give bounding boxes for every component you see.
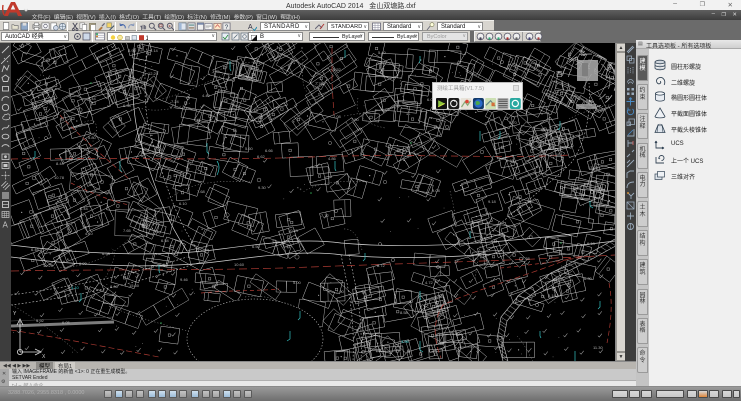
svg-text:12.20: 12.20 [148, 71, 159, 76]
svg-text:5.70: 5.70 [509, 120, 518, 125]
svg-text:6.72: 6.72 [253, 60, 262, 65]
svg-text:9.50: 9.50 [44, 99, 53, 104]
svg-text:X: X [42, 354, 46, 360]
svg-text:5.40: 5.40 [378, 50, 387, 55]
svg-text:9.46: 9.46 [180, 277, 189, 282]
svg-text:4.10: 4.10 [71, 285, 80, 290]
svg-text:1: 1 [146, 36, 149, 41]
svg-text:7.00: 7.00 [154, 147, 163, 152]
svg-text:8.44: 8.44 [56, 161, 65, 166]
svg-text:4.40: 4.40 [202, 93, 211, 98]
svg-text:A: A [248, 24, 253, 31]
svg-text:5.00: 5.00 [293, 280, 302, 285]
svg-text:10.78: 10.78 [54, 175, 65, 180]
svg-text:5.30: 5.30 [452, 331, 461, 336]
svg-text:4.72: 4.72 [425, 280, 434, 285]
svg-text:9.08: 9.08 [432, 188, 441, 193]
svg-text:6.66: 6.66 [265, 148, 274, 153]
svg-text:15.60: 15.60 [129, 283, 140, 288]
svg-text:8.90: 8.90 [128, 48, 137, 53]
svg-text:7.24: 7.24 [171, 99, 180, 104]
svg-text:11.58: 11.58 [550, 152, 560, 157]
svg-text:7.65: 7.65 [123, 228, 132, 233]
svg-text:9.18: 9.18 [488, 199, 497, 204]
svg-text:6.58: 6.58 [102, 251, 111, 256]
svg-text:9.62: 9.62 [595, 107, 604, 112]
svg-text:6.62: 6.62 [257, 154, 266, 159]
svg-text:7.76: 7.76 [315, 81, 324, 86]
svg-text:8.14: 8.14 [150, 48, 159, 53]
svg-text:6.18: 6.18 [587, 241, 596, 246]
svg-text:9.30: 9.30 [258, 185, 267, 190]
svg-text:5.80: 5.80 [88, 135, 97, 140]
svg-text:7.44: 7.44 [88, 96, 97, 101]
svg-text:7.08: 7.08 [333, 114, 342, 119]
svg-text:7.38: 7.38 [522, 256, 531, 261]
svg-text:3.96: 3.96 [401, 339, 410, 344]
svg-text:10.59: 10.59 [288, 228, 299, 233]
svg-text:6.90: 6.90 [79, 261, 88, 266]
svg-text:6.10: 6.10 [179, 201, 188, 206]
svg-text:6.50: 6.50 [252, 244, 261, 249]
svg-text:5.18: 5.18 [548, 293, 557, 298]
svg-text:A: A [3, 220, 9, 229]
svg-text:8.06: 8.06 [110, 284, 119, 289]
svg-text:10.60: 10.60 [234, 262, 245, 267]
svg-text:10.20: 10.20 [43, 263, 54, 268]
svg-text:8.58: 8.58 [400, 310, 409, 315]
svg-text:7.50: 7.50 [351, 117, 360, 122]
svg-text:5.46: 5.46 [506, 158, 515, 163]
svg-text:10.06: 10.06 [531, 144, 542, 149]
svg-text:5.92: 5.92 [36, 318, 45, 323]
svg-text:8.30: 8.30 [142, 222, 151, 227]
svg-text:Y: Y [13, 311, 17, 317]
svg-text:4.10: 4.10 [85, 231, 94, 236]
svg-text:5.52: 5.52 [333, 67, 342, 72]
svg-text:系: 系 [607, 62, 614, 71]
svg-text:6.05: 6.05 [62, 320, 71, 325]
svg-text:6.34: 6.34 [123, 103, 132, 108]
svg-text:6.46: 6.46 [31, 247, 40, 252]
svg-text:6.54: 6.54 [161, 238, 170, 243]
svg-text:6.44: 6.44 [80, 206, 89, 211]
svg-text:11.30: 11.30 [593, 345, 603, 350]
svg-text:13.90: 13.90 [588, 165, 599, 170]
svg-text:7.72: 7.72 [321, 213, 330, 218]
svg-text:5.60: 5.60 [245, 146, 254, 151]
svg-text:北: 北 [579, 49, 586, 57]
svg-text:7.90: 7.90 [336, 289, 345, 294]
svg-text:6.30: 6.30 [584, 276, 593, 281]
svg-text:西: 西 [556, 70, 563, 78]
svg-text:4.86: 4.86 [328, 156, 337, 161]
svg-text:7.68: 7.68 [197, 189, 206, 194]
svg-text:8.72: 8.72 [377, 263, 386, 268]
svg-text:?: ? [225, 24, 229, 31]
